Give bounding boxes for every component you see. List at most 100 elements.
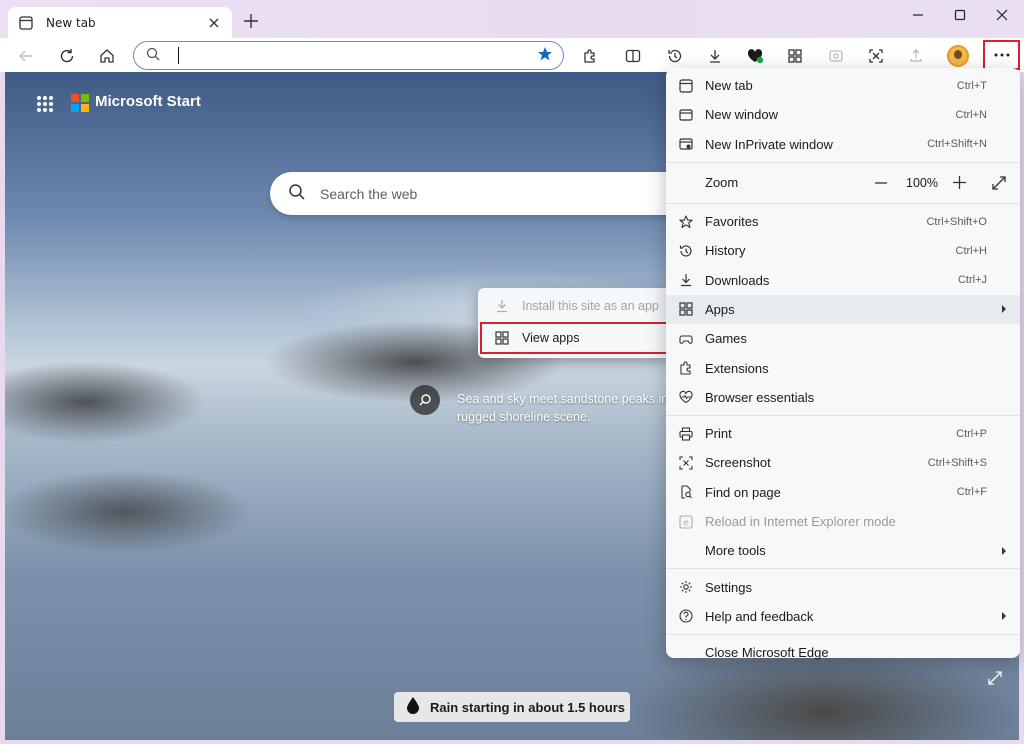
menu-item-new-window[interactable]: New window Ctrl+N: [666, 100, 1020, 129]
menu-divider: [666, 568, 1020, 570]
avatar-icon: [947, 45, 969, 67]
zoom-out-button[interactable]: [872, 174, 890, 192]
help-icon: [678, 608, 694, 624]
back-button[interactable]: [12, 42, 40, 70]
toolbar: [0, 38, 1024, 72]
address-bar[interactable]: [133, 41, 564, 70]
menu-item-more-tools[interactable]: More tools: [666, 536, 1020, 565]
caption-line-1: Sea and sky meet sandstone peaks in: [457, 392, 669, 406]
menu-item-zoom: Zoom 100%: [666, 166, 1020, 200]
fullscreen-icon[interactable]: [990, 174, 1008, 192]
menu-item-browser-essentials[interactable]: Browser essentials: [666, 383, 1020, 412]
favorites-star-icon: [678, 214, 694, 230]
close-tab-icon[interactable]: [206, 15, 222, 31]
menu-divider: [666, 414, 1020, 416]
tab-new-tab[interactable]: New tab: [8, 7, 232, 39]
share-icon[interactable]: [902, 42, 930, 70]
text-caret: [178, 47, 179, 64]
menu-shortcut: Ctrl+N: [955, 108, 987, 121]
close-window-button[interactable]: [988, 4, 1016, 26]
web-search-box[interactable]: Search the web: [270, 172, 690, 215]
menu-item-new-tab[interactable]: New tab Ctrl+T: [666, 71, 1020, 100]
home-button[interactable]: [93, 42, 121, 70]
menu-item-help-and-feedback[interactable]: Help and feedback: [666, 602, 1020, 631]
menu-item-downloads[interactable]: Downloads Ctrl+J: [666, 265, 1020, 294]
downloads-icon[interactable]: [701, 42, 729, 70]
menu-item-history[interactable]: History Ctrl+H: [666, 236, 1020, 265]
favorite-star-icon[interactable]: [537, 46, 553, 66]
menu-label: Help and feedback: [705, 608, 814, 624]
menu-item-screenshot[interactable]: Screenshot Ctrl+Shift+S: [666, 448, 1020, 477]
apps-submenu: Install this site as an app View apps: [478, 288, 672, 358]
menu-divider: [666, 634, 1020, 636]
raindrop-icon: [406, 696, 420, 718]
download-icon: [678, 272, 694, 288]
history-icon[interactable]: [661, 42, 689, 70]
chevron-right-icon: [1002, 305, 1006, 314]
tab-title: New tab: [46, 16, 96, 30]
browser-essentials-icon[interactable]: [741, 42, 769, 70]
profile-avatar[interactable]: [944, 42, 972, 70]
menu-item-extensions[interactable]: Extensions: [666, 353, 1020, 382]
chevron-right-icon: [1002, 612, 1006, 621]
menu-item-new-inprivate-window[interactable]: New InPrivate window Ctrl+Shift+N: [666, 130, 1020, 159]
settings-and-more-button[interactable]: [983, 40, 1020, 70]
collections-icon[interactable]: [781, 42, 809, 70]
extensions-icon: [678, 360, 694, 376]
minimize-button[interactable]: [904, 4, 932, 26]
split-screen-icon[interactable]: [619, 42, 647, 70]
address-input[interactable]: [170, 44, 537, 67]
menu-shortcut: Ctrl+T: [956, 79, 987, 92]
games-icon: [678, 331, 694, 347]
menu-label: Reload in Internet Explorer mode: [705, 514, 896, 529]
image-info-icon[interactable]: [410, 385, 440, 415]
menu-item-reload-ie-mode[interactable]: e Reload in Internet Explorer mode: [666, 507, 1020, 536]
svg-text:e: e: [683, 518, 689, 528]
brand-title: Microsoft Start: [95, 93, 201, 110]
refresh-button[interactable]: [53, 42, 81, 70]
expand-icon[interactable]: [987, 670, 1003, 686]
menu-label: Apps: [705, 301, 735, 317]
new-window-icon: [678, 107, 694, 123]
screenshot-icon[interactable]: [862, 42, 890, 70]
app-launcher-icon[interactable]: [37, 96, 53, 112]
menu-label: More tools: [705, 543, 766, 559]
menu-item-settings[interactable]: Settings: [666, 572, 1020, 601]
menu-label: Extensions: [705, 360, 769, 376]
chevron-right-icon: [1002, 546, 1006, 555]
install-site-as-app-item[interactable]: Install this site as an app: [482, 290, 668, 322]
zoom-value: 100%: [906, 175, 938, 190]
menu-shortcut: Ctrl+Shift+O: [926, 215, 987, 228]
apps-grid-icon: [494, 330, 510, 346]
new-tab-page-icon: [18, 15, 34, 31]
caption-line-2: rugged shoreline scene.: [457, 410, 591, 424]
menu-label: Games: [705, 331, 747, 347]
menu-item-close-edge[interactable]: Close Microsoft Edge: [666, 638, 1020, 667]
menu-item-find-on-page[interactable]: Find on page Ctrl+F: [666, 478, 1020, 507]
menu-shortcut: Ctrl+H: [955, 244, 987, 257]
menu-label: Browser essentials: [705, 389, 815, 405]
menu-item-print[interactable]: Print Ctrl+P: [666, 419, 1020, 448]
weather-alert[interactable]: Rain starting in about 1.5 hours: [394, 692, 630, 722]
image-caption[interactable]: Sea and sky meet sandstone peaks in rugg…: [457, 390, 677, 426]
extensions-icon[interactable]: [576, 42, 604, 70]
find-page-icon: [678, 484, 694, 500]
install-site-as-app-label: Install this site as an app: [522, 299, 659, 313]
apps-grid-icon: [678, 301, 694, 317]
gear-icon: [678, 579, 694, 595]
web-capture-icon[interactable]: [822, 42, 850, 70]
menu-item-apps[interactable]: Apps: [666, 294, 1020, 325]
new-tab-button[interactable]: [240, 10, 262, 32]
ellipsis-icon: [994, 53, 1009, 57]
menu-item-games[interactable]: Games: [666, 324, 1020, 353]
zoom-in-button[interactable]: [950, 174, 968, 192]
zoom-label: Zoom: [705, 175, 739, 191]
menu-item-favorites[interactable]: Favorites Ctrl+Shift+O: [666, 207, 1020, 236]
title-bar: New tab: [0, 0, 1024, 40]
menu-shortcut: Ctrl+Shift+N: [927, 138, 987, 151]
ie-mode-icon: e: [678, 514, 694, 530]
view-apps-item[interactable]: View apps: [480, 322, 670, 354]
search-icon: [288, 183, 306, 205]
history-icon: [678, 243, 694, 259]
maximize-button[interactable]: [946, 4, 974, 26]
